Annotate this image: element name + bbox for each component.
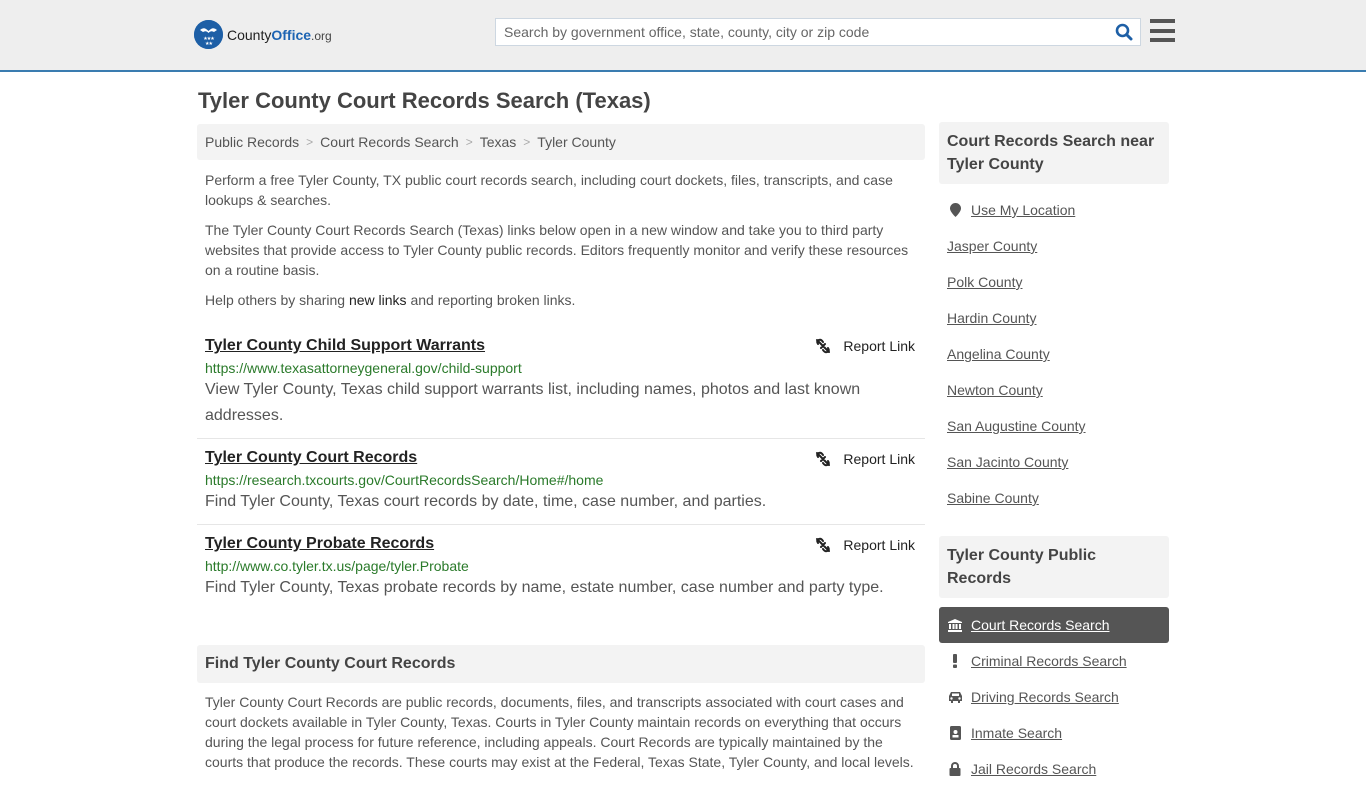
nearby-county-item: San Augustine County	[939, 408, 1169, 444]
nearby-county-item: Jasper County	[939, 228, 1169, 264]
breadcrumb-separator: >	[306, 135, 314, 149]
search-bar	[495, 18, 1141, 46]
logo-text: CountyOffice.org	[227, 26, 332, 43]
intro-paragraph: Perform a free Tyler County, TX public c…	[205, 172, 893, 208]
nearby-county-item: Angelina County	[939, 336, 1169, 372]
id-badge-icon	[947, 726, 963, 740]
nearby-county-link[interactable]: Newton County	[947, 382, 1043, 398]
car-icon	[947, 691, 963, 703]
search-button[interactable]	[1108, 19, 1140, 45]
resource-link-description: Find Tyler County, Texas court records b…	[205, 493, 767, 510]
sidebar: Court Records Search near Tyler County U…	[939, 122, 1169, 787]
resource-link-item: Tyler County Court Records https://resea…	[197, 439, 925, 525]
resource-link-list: Tyler County Child Support Warrants http…	[197, 330, 925, 610]
broken-link-icon	[815, 338, 831, 354]
resource-link-description: View Tyler County, Texas child support w…	[205, 381, 861, 424]
public-records-list: Court Records Search Criminal Records Se…	[939, 607, 1169, 787]
breadcrumb-separator: >	[523, 135, 531, 149]
exclamation-icon	[947, 654, 963, 668]
report-link-button[interactable]: Report Link	[815, 338, 915, 354]
site-header: ★★★ ★★ CountyOffice.org	[0, 0, 1366, 72]
report-link-button[interactable]: Report Link	[815, 537, 915, 553]
nearby-county-item: San Jacinto County	[939, 444, 1169, 480]
report-link-button[interactable]: Report Link	[815, 451, 915, 467]
find-records-heading: Find Tyler County Court Records	[197, 645, 925, 683]
find-records-text: Tyler County Court Records are public re…	[205, 694, 914, 770]
new-links-link[interactable]: new links	[349, 292, 407, 308]
resource-link-title[interactable]: Tyler County Court Records	[205, 449, 417, 467]
sidebar-item-criminal-records-search[interactable]: Criminal Records Search	[939, 643, 1169, 679]
use-my-location-link[interactable]: Use My Location	[971, 202, 1075, 218]
breadcrumb-texas[interactable]: Texas	[480, 134, 517, 150]
nearby-county-link[interactable]: Polk County	[947, 274, 1022, 290]
site-logo[interactable]: ★★★ ★★ CountyOffice.org	[194, 20, 332, 49]
nearby-county-item: Newton County	[939, 372, 1169, 408]
courthouse-icon	[947, 618, 963, 632]
main-content: Public Records > Court Records Search > …	[197, 124, 925, 786]
sidebar-item-court-records-search[interactable]: Court Records Search	[939, 607, 1169, 643]
breadcrumb-court-records-search[interactable]: Court Records Search	[320, 134, 459, 150]
breadcrumb-public-records[interactable]: Public Records	[205, 134, 299, 150]
use-my-location-item: Use My Location	[939, 192, 1169, 228]
intro-paragraph: The Tyler County Court Records Search (T…	[205, 222, 909, 278]
resource-link-url: https://www.texasattorneygeneral.gov/chi…	[205, 360, 522, 376]
share-paragraph: Help others by sharing new links and rep…	[205, 292, 576, 308]
nearby-county-link[interactable]: Sabine County	[947, 490, 1039, 506]
nearby-county-link[interactable]: Jasper County	[947, 238, 1037, 254]
breadcrumb-tyler-county[interactable]: Tyler County	[537, 134, 616, 150]
breadcrumb-separator: >	[465, 135, 473, 149]
eagle-logo-icon: ★★★ ★★	[194, 20, 223, 49]
nearby-county-item: Hardin County	[939, 300, 1169, 336]
nearby-county-link[interactable]: San Augustine County	[947, 418, 1086, 434]
nearby-county-link[interactable]: Hardin County	[947, 310, 1037, 326]
resource-link-title[interactable]: Tyler County Child Support Warrants	[205, 337, 485, 355]
page-title: Tyler County Court Records Search (Texas…	[198, 88, 651, 113]
sidebar-item-driving-records-search[interactable]: Driving Records Search	[939, 679, 1169, 715]
find-records-section: Find Tyler County Court Records Tyler Co…	[197, 645, 925, 772]
sidebar-item-inmate-search[interactable]: Inmate Search	[939, 715, 1169, 751]
broken-link-icon	[815, 451, 831, 467]
lock-icon	[947, 762, 963, 776]
search-input[interactable]	[496, 19, 1108, 45]
nearby-county-item: Sabine County	[939, 480, 1169, 516]
resource-link-url: http://www.co.tyler.tx.us/page/tyler.Pro…	[205, 558, 469, 574]
nearby-county-item: Polk County	[939, 264, 1169, 300]
resource-link-item: Tyler County Probate Records http://www.…	[197, 525, 925, 610]
map-marker-icon	[947, 203, 963, 217]
intro-text: Perform a free Tyler County, TX public c…	[197, 170, 925, 310]
nearby-county-list: Use My Location Jasper County Polk Count…	[939, 192, 1169, 516]
nearby-county-link[interactable]: Angelina County	[947, 346, 1050, 362]
resource-link-url: https://research.txcourts.gov/CourtRecor…	[205, 472, 604, 488]
broken-link-icon	[815, 537, 831, 553]
public-records-heading: Tyler County Public Records	[939, 536, 1169, 598]
breadcrumb: Public Records > Court Records Search > …	[197, 124, 925, 160]
nearby-county-link[interactable]: San Jacinto County	[947, 454, 1068, 470]
sidebar-item-jail-records-search[interactable]: Jail Records Search	[939, 751, 1169, 787]
resource-link-item: Tyler County Child Support Warrants http…	[197, 330, 925, 439]
search-icon	[1115, 23, 1133, 41]
nearby-heading: Court Records Search near Tyler County	[939, 122, 1169, 184]
hamburger-menu-icon[interactable]	[1150, 19, 1175, 42]
resource-link-title[interactable]: Tyler County Probate Records	[205, 535, 434, 553]
resource-link-description: Find Tyler County, Texas probate records…	[205, 579, 884, 596]
